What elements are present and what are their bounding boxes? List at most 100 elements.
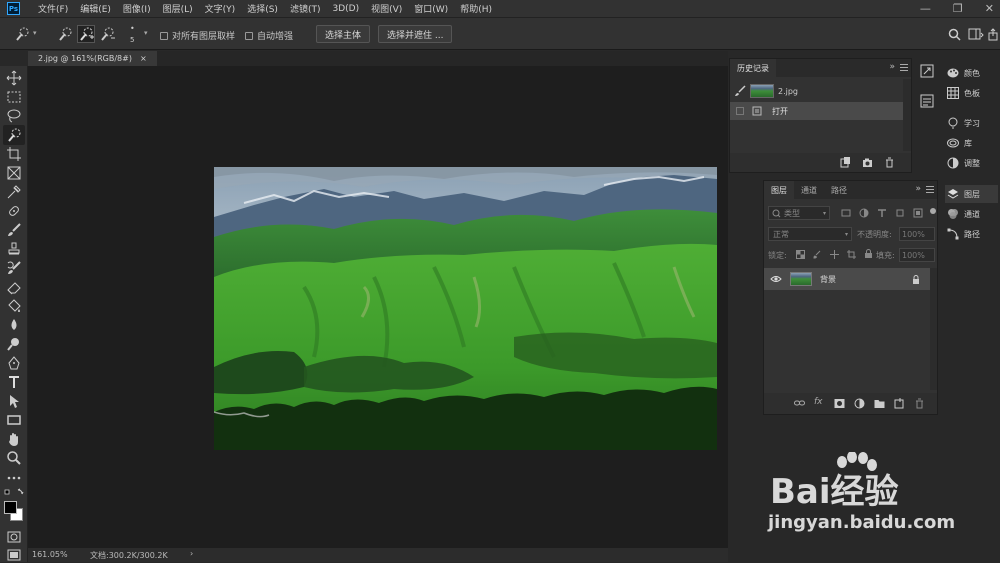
quick-mask-icon[interactable] [6,529,22,545]
delete-state-icon[interactable] [884,157,895,168]
tab-layers[interactable]: 图层 [764,181,794,199]
properties-panel-icon[interactable] [920,94,934,108]
side-panel-color[interactable]: 颜色 [947,64,980,82]
menu-file[interactable]: 文件(F) [32,2,74,15]
menu-type[interactable]: 文字(Y) [199,2,242,15]
history-snapshot[interactable]: 2.jpg [730,81,903,101]
brush-tool-icon[interactable] [6,222,22,238]
history-state-checkbox[interactable] [736,107,744,115]
select-and-mask-button[interactable]: 选择并遮住 ... [378,25,453,43]
menu-3d[interactable]: 3D(D) [326,4,365,14]
side-panel-learn[interactable]: 学习 [947,114,980,132]
crop-tool-icon[interactable] [6,146,22,162]
screen-mode-icon[interactable] [6,547,22,563]
tab-paths[interactable]: 路径 [824,181,854,199]
side-panel-channels[interactable]: 通道 [947,205,980,223]
filter-pixel-icon[interactable] [841,208,851,218]
menu-image[interactable]: 图像(I) [117,2,157,15]
side-panel-libraries[interactable]: 库 [947,134,972,152]
type-tool-icon[interactable] [6,374,22,390]
tab-history[interactable]: 历史记录 [730,59,776,77]
search-icon[interactable] [948,28,961,41]
move-tool-icon[interactable] [6,70,22,86]
eyedropper-tool-icon[interactable] [6,184,22,200]
quick-selection-tool-active[interactable] [3,125,25,145]
filter-type-icon[interactable] [877,208,887,218]
preset-dropdown-arrow-icon[interactable]: ▾ [33,29,37,37]
auto-enhance-option[interactable]: 自动增强 [245,29,293,42]
close-tab-icon[interactable]: × [140,54,147,63]
brush-picker-arrow-icon[interactable]: ▾ [144,29,148,37]
lock-image-pixels-icon[interactable] [813,250,822,259]
side-panel-paths[interactable]: 路径 [947,225,980,243]
zoom-tool-icon[interactable] [6,450,22,466]
layer-name[interactable]: 背景 [820,274,836,285]
new-layer-icon[interactable] [894,398,905,409]
lasso-tool-icon[interactable] [6,108,22,124]
status-menu-arrow-icon[interactable]: › [190,549,193,558]
side-panel-layers[interactable]: 图层 [945,185,998,203]
frame-tool-icon[interactable] [6,165,22,181]
new-selection-icon[interactable] [57,26,73,42]
pen-tool-icon[interactable] [6,355,22,371]
close-button[interactable]: ✕ [985,2,994,15]
history-brush-source-icon[interactable] [734,85,746,97]
side-panel-adjustments[interactable]: 调整 [947,154,980,172]
workspace-icon[interactable] [968,28,984,41]
link-layers-icon[interactable] [794,398,805,409]
panel-menu-icon[interactable] [900,64,908,71]
menu-layer[interactable]: 图层(L) [157,2,199,15]
auto-enhance-checkbox[interactable] [245,31,253,40]
brush-size-value[interactable]: 5 [130,36,134,44]
quick-selection-tool-preset-icon[interactable] [14,26,30,42]
healing-brush-tool-icon[interactable] [6,203,22,219]
lock-all-icon[interactable] [864,249,873,259]
menu-filter[interactable]: 滤镜(T) [284,2,327,15]
subtract-from-selection-icon[interactable] [99,26,115,42]
layer-filter-select[interactable]: 类型 ▾ [768,206,830,220]
layer-row[interactable]: 背景 [764,268,930,290]
marquee-tool-icon[interactable] [6,89,22,105]
share-icon[interactable] [988,28,998,41]
adjustment-layer-icon[interactable] [854,398,865,409]
new-group-folder-icon[interactable] [874,398,885,409]
path-selection-tool-icon[interactable] [6,393,22,409]
select-subject-button[interactable]: 选择主体 [316,25,371,43]
menu-view[interactable]: 视图(V) [365,2,408,15]
filter-shape-icon[interactable] [895,208,905,218]
dodge-tool-icon[interactable] [6,336,22,352]
lock-position-icon[interactable] [830,250,839,259]
collapse-panel-icon[interactable]: » [889,62,895,72]
blend-mode-select[interactable]: 正常 ▾ [768,227,852,241]
history-scrollbar[interactable] [903,79,911,151]
layer-style-fx-icon[interactable]: fx [814,397,823,407]
sample-all-layers-checkbox[interactable] [160,31,168,40]
menu-select[interactable]: 选择(S) [241,2,284,15]
filter-adjustment-icon[interactable] [859,208,869,218]
hand-tool-icon[interactable] [6,431,22,447]
more-tools-icon[interactable] [6,470,22,486]
menu-help[interactable]: 帮助(H) [454,2,498,15]
lock-transparent-pixels-icon[interactable] [796,250,805,259]
default-colors-swap-icon[interactable] [4,488,26,497]
history-panel-icon[interactable] [920,64,934,78]
document-image-mountain-landscape[interactable] [214,167,717,450]
history-brush-tool-icon[interactable] [6,260,22,276]
new-document-from-state-icon[interactable] [840,157,851,168]
sample-all-layers-option[interactable]: 对所有图层取样 [160,29,235,42]
add-to-selection-active[interactable] [77,25,95,43]
tab-channels[interactable]: 通道 [794,181,824,199]
history-state-open[interactable]: 打开 [730,102,903,120]
document-tab[interactable]: 2.jpg @ 161%(RGB/8#) × [28,51,157,66]
rectangle-tool-icon[interactable] [6,412,22,428]
add-mask-icon[interactable] [834,398,845,409]
paint-bucket-tool-icon[interactable] [6,298,22,314]
clone-stamp-tool-icon[interactable] [6,241,22,257]
menu-edit[interactable]: 编辑(E) [74,2,117,15]
lock-artboard-icon[interactable] [847,250,856,259]
foreground-color-swatch[interactable] [4,501,17,514]
side-panel-swatches[interactable]: 色板 [947,84,980,102]
minimize-button[interactable]: — [920,2,931,15]
restore-button[interactable]: ❐ [953,2,963,15]
camera-snapshot-icon[interactable] [862,157,873,168]
